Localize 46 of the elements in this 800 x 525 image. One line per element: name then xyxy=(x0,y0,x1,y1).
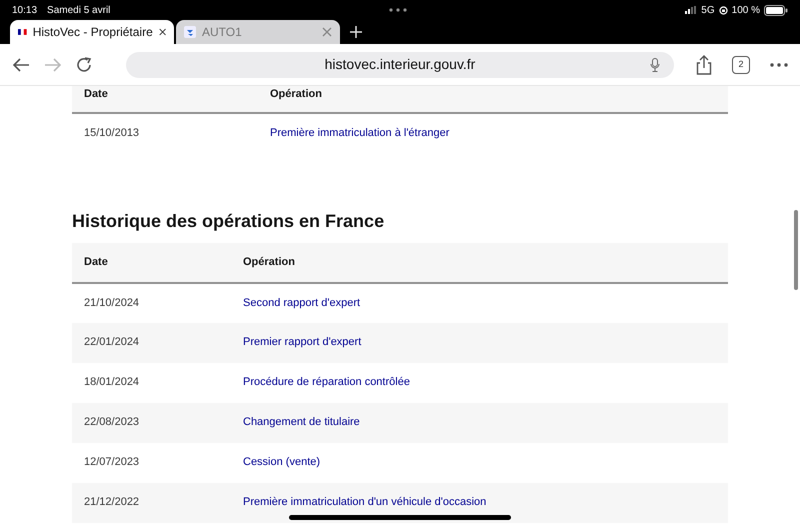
date-cell: 15/10/2013 xyxy=(72,113,258,153)
tab-count-button[interactable]: 2 xyxy=(732,56,750,74)
column-header: Date xyxy=(72,86,258,113)
date-cell: 22/08/2023 xyxy=(72,402,231,443)
status-date: Samedi 5 avril xyxy=(47,4,110,18)
battery-percent: 100 % xyxy=(732,4,760,18)
operation-link[interactable]: Procédure de réparation contrôlée xyxy=(243,376,410,388)
plus-icon xyxy=(350,26,362,38)
column-header: Opération xyxy=(258,86,728,113)
new-tab-button[interactable] xyxy=(350,26,362,38)
site-logo-icon xyxy=(184,26,196,38)
date-cell: 12/07/2023 xyxy=(72,442,231,483)
operation-link[interactable]: Premier rapport d'expert xyxy=(243,336,362,348)
browser-tab[interactable]: HistoVec - Propriétaire xyxy=(10,20,174,44)
share-button[interactable] xyxy=(696,54,712,74)
operation-link[interactable]: Changement de titulaire xyxy=(243,416,360,428)
operation-link[interactable]: Première immatriculation d'un véhicule d'occasion xyxy=(243,496,486,508)
date-cell: 22/01/2024 xyxy=(72,322,231,363)
back-button[interactable] xyxy=(12,58,30,72)
orientation-lock-icon xyxy=(718,6,728,14)
date-cell: 18/01/2024 xyxy=(72,362,231,403)
date-cell: 21/10/2024 xyxy=(72,282,231,323)
more-button[interactable] xyxy=(770,62,788,66)
flag-icon xyxy=(18,28,27,36)
reload-icon xyxy=(76,56,92,72)
reload-button[interactable] xyxy=(76,56,92,72)
microphone-icon xyxy=(650,58,660,72)
column-header: Date xyxy=(72,242,231,283)
battery-icon xyxy=(764,4,788,16)
operation-link[interactable]: Cession (vente) xyxy=(243,456,320,468)
back-icon xyxy=(12,58,30,72)
operation-link[interactable]: Second rapport d'expert xyxy=(243,296,360,309)
column-header: Opération xyxy=(231,242,728,283)
signal-icon xyxy=(685,6,698,14)
network-label: 5G xyxy=(701,4,715,18)
share-icon xyxy=(696,54,712,74)
forward-icon xyxy=(44,58,62,72)
close-icon xyxy=(158,27,166,37)
address-field[interactable]: histovec.interieur.gouv.fr xyxy=(126,52,674,78)
more-icon xyxy=(770,62,788,66)
close-icon xyxy=(322,27,332,37)
operation-link[interactable]: Première immatriculation à l'étranger xyxy=(270,127,450,140)
dots-icon xyxy=(388,8,408,12)
status-time: 10:13 xyxy=(12,4,38,18)
date-cell: 21/12/2022 xyxy=(72,482,231,523)
section-heading: Historique des opérations en France xyxy=(72,211,386,233)
